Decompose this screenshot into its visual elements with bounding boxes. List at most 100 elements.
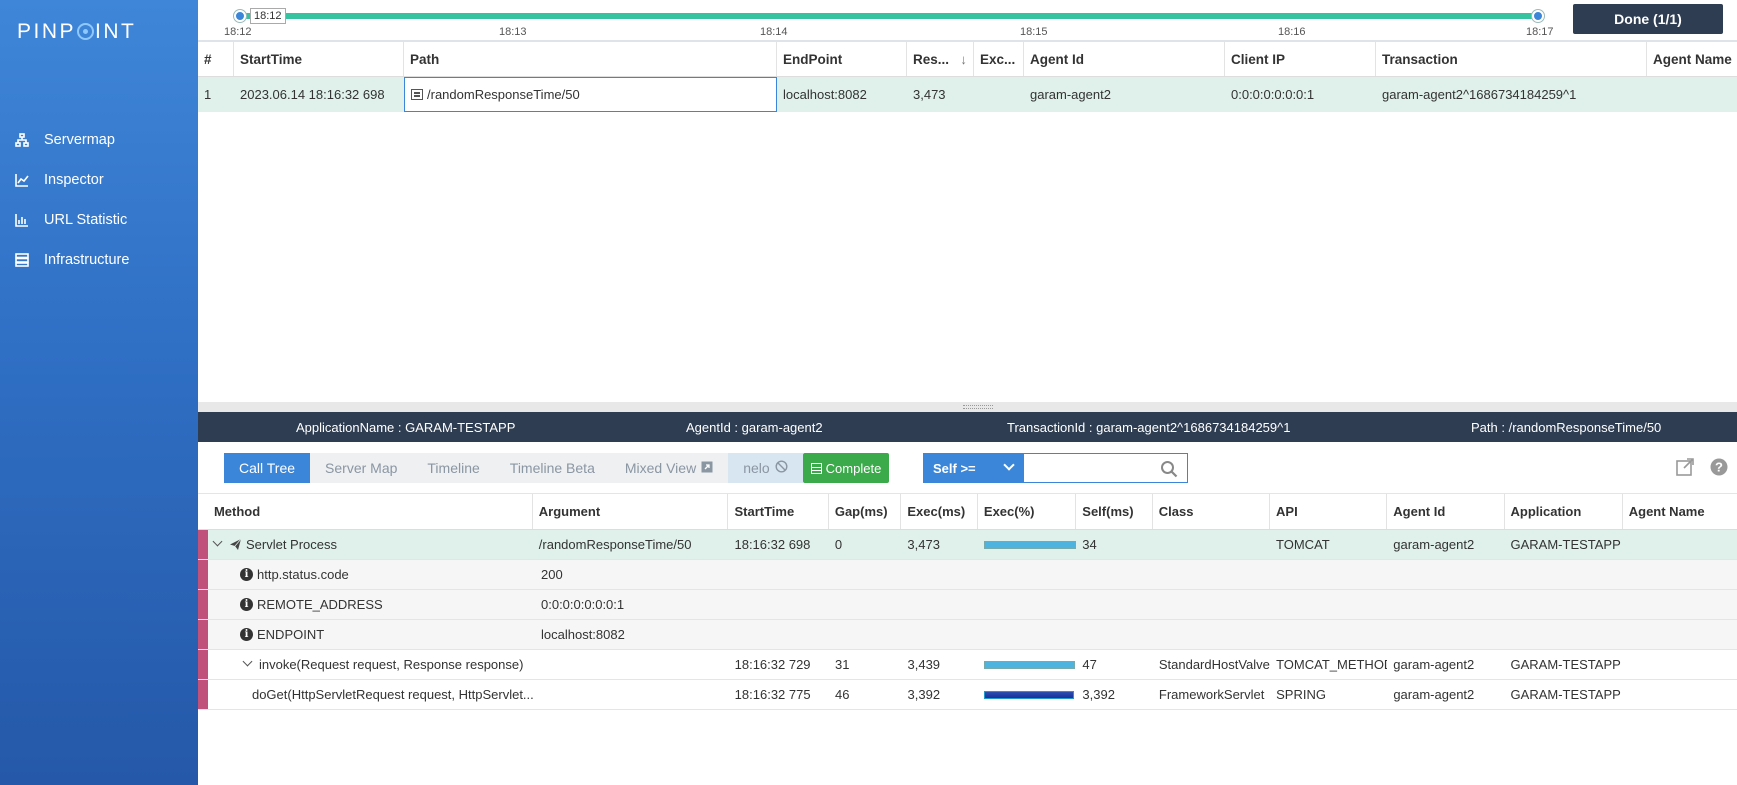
column-header-endpoint[interactable]: EndPoint [777, 42, 907, 76]
cell-application: GARAM-TESTAPP [1510, 657, 1621, 672]
column-header-starttime[interactable]: StartTime [234, 42, 404, 76]
svg-text:?: ? [1715, 460, 1723, 475]
cell-agentid: garam-agent2 [1393, 687, 1475, 702]
range-end-handle[interactable] [1532, 10, 1544, 22]
cell-gap: 31 [834, 657, 850, 672]
column-header-agentid[interactable]: Agent Id [1024, 42, 1225, 76]
sitemap-icon [14, 132, 30, 148]
column-header-starttime[interactable]: StartTime [728, 494, 829, 529]
chevron-down-icon[interactable] [242, 656, 253, 667]
column-header-agentid[interactable]: Agent Id [1387, 494, 1505, 529]
row-marker [198, 680, 208, 709]
cell-method: invoke(Request request, Response respons… [208, 650, 533, 679]
column-header-response[interactable]: Res... ↓ [907, 42, 974, 76]
cell-class: StandardHostValve [1158, 657, 1270, 672]
table-header: # StartTime Path EndPoint Res... ↓ Exc..… [198, 42, 1737, 77]
tab-label: nelo [743, 460, 770, 476]
sidebar: PINP INT Servermap Inspector URL Statisti… [0, 0, 198, 785]
self-filter-select[interactable]: Self >= [923, 453, 1023, 483]
tab-label: Mixed View [624, 460, 697, 476]
table-row[interactable]: 1 2023.06.14 18:16:32 698 /randomRespons… [198, 77, 1737, 112]
sidebar-item-servermap[interactable]: Servermap [0, 120, 198, 160]
column-header-api[interactable]: API [1270, 494, 1388, 529]
sidebar-item-infrastructure[interactable]: Infrastructure [0, 240, 198, 280]
cell-agentname [1623, 650, 1737, 679]
detail-tabs: Call Tree Server Map Timeline Timeline B… [224, 453, 803, 483]
column-header-application[interactable]: Application [1505, 494, 1623, 529]
bar-chart-icon [14, 212, 30, 228]
tab-timeline[interactable]: Timeline [412, 453, 494, 483]
cell-argument: localhost:8082 [541, 627, 625, 642]
column-header-argument[interactable]: Argument [533, 494, 729, 529]
list-icon [411, 89, 423, 100]
time-tick: 18:12 [224, 26, 252, 38]
done-button[interactable]: Done (1/1) [1573, 4, 1723, 34]
tab-call-tree[interactable]: Call Tree [224, 453, 311, 483]
call-tree-row[interactable]: invoke(Request request, Response respons… [198, 650, 1737, 680]
info-icon: i [240, 598, 253, 611]
cell-agentname [1623, 530, 1737, 559]
info-application-name: ApplicationName : GARAM-TESTAPP [296, 420, 516, 435]
column-header-num[interactable]: # [198, 42, 234, 76]
column-header-transaction[interactable]: Transaction [1376, 42, 1647, 76]
open-new-window-icon[interactable] [1675, 457, 1695, 477]
chevron-down-icon [1003, 459, 1015, 471]
chart-line-icon [14, 172, 30, 188]
column-header-exec[interactable]: Exec(ms) [901, 494, 978, 529]
tab-nelo[interactable]: nelo [728, 453, 803, 483]
cell-path[interactable]: /randomResponseTime/50 [404, 77, 777, 112]
search-icon[interactable] [1160, 460, 1178, 478]
call-tree-row[interactable]: doGet(HttpServletRequest request, HttpSe… [198, 680, 1737, 710]
column-header-agentname[interactable]: Agent Name [1623, 494, 1737, 529]
cell-self: 34 [1082, 537, 1097, 552]
cell-exception [974, 77, 1024, 112]
cell-argument: 200 [541, 567, 563, 582]
column-header-exec-pct[interactable]: Exec(%) [978, 494, 1077, 529]
cell-exec: 3,392 [907, 687, 941, 702]
cell-exec: 3,439 [907, 657, 941, 672]
call-tree-row[interactable]: i http.status.code 200 [198, 560, 1737, 590]
complete-button[interactable]: Complete [803, 453, 889, 483]
panel-splitter[interactable] [198, 402, 1737, 412]
time-range-track[interactable] [238, 13, 1538, 19]
tab-mixed-view[interactable]: Mixed View [610, 453, 728, 483]
help-icon[interactable]: ? [1709, 457, 1729, 477]
call-tree-row[interactable]: i REMOTE_ADDRESS 0:0:0:0:0:0:0:1 [198, 590, 1737, 620]
info-icon: i [240, 568, 253, 581]
paper-plane-icon [229, 538, 242, 551]
splitter-grip[interactable] [963, 405, 993, 409]
exec-percent-bar [984, 690, 1075, 699]
column-header-clientip[interactable]: Client IP [1225, 42, 1376, 76]
chevron-down-icon[interactable] [212, 536, 223, 547]
cell-path-text: /randomResponseTime/50 [427, 87, 580, 102]
column-header-path[interactable]: Path [404, 42, 777, 76]
self-filter-label: Self >= [933, 460, 976, 476]
cell-argument [533, 680, 729, 709]
info-icon: i [240, 628, 253, 641]
column-header-self[interactable]: Self(ms) [1076, 494, 1153, 529]
ban-icon [775, 460, 788, 476]
time-range-slider: 18:12 18:12 18:13 18:14 18:15 18:16 18:1… [198, 0, 1737, 42]
sidebar-item-inspector[interactable]: Inspector [0, 160, 198, 200]
cell-api: TOMCAT [1276, 537, 1330, 552]
range-start-handle[interactable] [234, 10, 246, 22]
column-header-class[interactable]: Class [1153, 494, 1271, 529]
row-marker [198, 620, 208, 649]
cell-method: i REMOTE_ADDRESS [208, 590, 535, 619]
pinpoint-logo[interactable]: PINP INT [17, 20, 136, 44]
sidebar-item-label: URL Statistic [44, 212, 128, 228]
call-tree-row[interactable]: i ENDPOINT localhost:8082 [198, 620, 1737, 650]
column-header-gap[interactable]: Gap(ms) [829, 494, 902, 529]
call-tree-row[interactable]: Servlet Process /randomResponseTime/50 1… [198, 530, 1737, 560]
tab-server-map[interactable]: Server Map [310, 453, 412, 483]
cell-argument: 0:0:0:0:0:0:0:1 [541, 597, 625, 612]
time-tick: 18:15 [1020, 26, 1048, 38]
column-header-exception[interactable]: Exc... [974, 42, 1024, 76]
column-header-method[interactable]: Method [208, 494, 533, 529]
method-name: invoke(Request request, Response respons… [258, 657, 524, 672]
cell-method: doGet(HttpServletRequest request, HttpSe… [208, 680, 533, 709]
sidebar-item-url-statistic[interactable]: URL Statistic [0, 200, 198, 240]
column-header-agentname[interactable]: Agent Name [1647, 42, 1737, 76]
row-marker [198, 590, 208, 619]
tab-timeline-beta[interactable]: Timeline Beta [495, 453, 610, 483]
